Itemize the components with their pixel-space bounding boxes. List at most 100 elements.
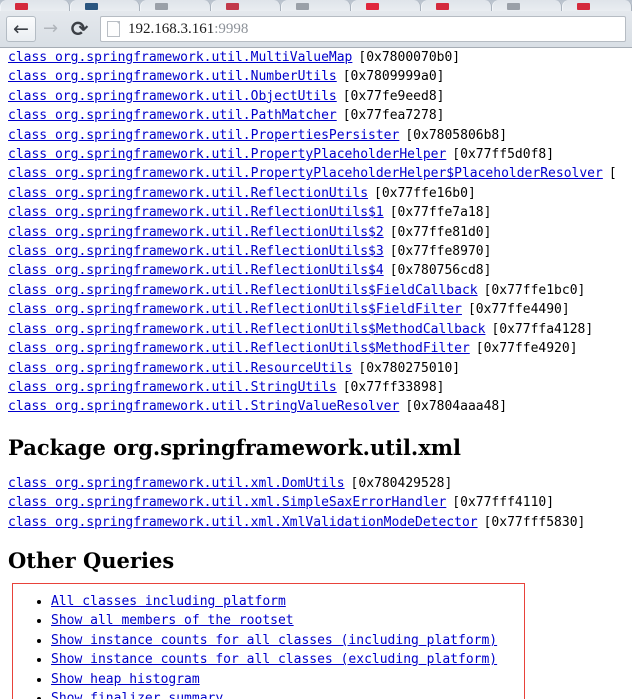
browser-tab-7[interactable] bbox=[492, 0, 562, 11]
tab-favicon-icon bbox=[507, 3, 520, 10]
class-address: [0x7809999a0] bbox=[337, 69, 445, 84]
class-address: [0x77ffe16b0] bbox=[368, 186, 476, 201]
util-class-link-15[interactable]: class org.springframework.util.Reflectio… bbox=[8, 341, 470, 356]
browser-tab-2[interactable] bbox=[140, 0, 210, 11]
class-address: [0x77ff5d0f8] bbox=[446, 147, 554, 162]
page-document-icon bbox=[107, 21, 120, 37]
tab-favicon-icon bbox=[436, 3, 449, 10]
back-arrow-icon: ← bbox=[13, 20, 29, 39]
class-entry: class org.springframework.util.PropertyP… bbox=[0, 145, 632, 164]
util-class-link-9[interactable]: class org.springframework.util.Reflectio… bbox=[8, 225, 384, 240]
util-class-link-18[interactable]: class org.springframework.util.StringVal… bbox=[8, 399, 399, 414]
util-class-link-14[interactable]: class org.springframework.util.Reflectio… bbox=[8, 322, 485, 337]
class-address: [0x780275010] bbox=[352, 361, 460, 376]
util-class-link-8[interactable]: class org.springframework.util.Reflectio… bbox=[8, 205, 384, 220]
xml-class-link-1[interactable]: class org.springframework.util.xml.Simpl… bbox=[8, 495, 446, 510]
util-class-link-3[interactable]: class org.springframework.util.PathMatch… bbox=[8, 108, 337, 123]
browser-tab-3[interactable] bbox=[211, 0, 281, 11]
query-list-item: Show finalizer summary bbox=[51, 689, 524, 699]
browser-tab-1[interactable] bbox=[70, 0, 140, 11]
query-link-4[interactable]: Show heap histogram bbox=[51, 672, 200, 687]
class-address: [0x780756cd8] bbox=[384, 263, 492, 278]
query-list-item: Show instance counts for all classes (in… bbox=[51, 631, 524, 650]
util-class-list: class org.springframework.util.MultiValu… bbox=[0, 48, 632, 417]
query-link-5[interactable]: Show finalizer summary bbox=[51, 691, 223, 699]
util-class-link-17[interactable]: class org.springframework.util.StringUti… bbox=[8, 380, 337, 395]
browser-tab-5[interactable] bbox=[351, 0, 421, 11]
class-entry: class org.springframework.util.xml.DomUt… bbox=[0, 474, 632, 493]
util-class-link-6[interactable]: class org.springframework.util.PropertyP… bbox=[8, 166, 603, 181]
class-address: [0x780429528] bbox=[345, 476, 453, 491]
class-address: [0x77ff33898] bbox=[337, 380, 445, 395]
tab-strip[interactable] bbox=[0, 0, 632, 11]
util-class-link-1[interactable]: class org.springframework.util.NumberUti… bbox=[8, 69, 337, 84]
util-class-link-12[interactable]: class org.springframework.util.Reflectio… bbox=[8, 283, 478, 298]
other-queries-heading: Other Queries bbox=[0, 548, 632, 573]
class-entry: class org.springframework.util.Reflectio… bbox=[0, 281, 632, 300]
xml-class-link-0[interactable]: class org.springframework.util.xml.DomUt… bbox=[8, 476, 345, 491]
class-entry: class org.springframework.util.StringVal… bbox=[0, 397, 632, 416]
class-address: [0x77ffe1bc0] bbox=[478, 283, 586, 298]
browser-chrome: ← → ⟳ 192.168.3.161:9998 bbox=[0, 0, 632, 48]
util-class-link-5[interactable]: class org.springframework.util.PropertyP… bbox=[8, 147, 446, 162]
class-entry: class org.springframework.util.xml.Simpl… bbox=[0, 493, 632, 512]
class-address: [0x77ffe8970] bbox=[384, 244, 492, 259]
address-bar[interactable]: 192.168.3.161:9998 bbox=[100, 16, 626, 42]
query-link-2[interactable]: Show instance counts for all classes (in… bbox=[51, 633, 497, 648]
browser-tab-4[interactable] bbox=[281, 0, 351, 11]
tab-favicon-icon bbox=[226, 3, 239, 10]
query-link-1[interactable]: Show all members of the rootset bbox=[51, 613, 294, 628]
forward-button[interactable]: → bbox=[36, 15, 65, 43]
query-list-item: Show instance counts for all classes (ex… bbox=[51, 650, 524, 669]
util-class-link-16[interactable]: class org.springframework.util.ResourceU… bbox=[8, 361, 352, 376]
other-queries-box: All classes including platform Show all m… bbox=[12, 583, 525, 699]
class-address: [0x77fe9eed8] bbox=[337, 89, 445, 104]
class-entry: class org.springframework.util.Reflectio… bbox=[0, 184, 632, 203]
util-class-link-10[interactable]: class org.springframework.util.Reflectio… bbox=[8, 244, 384, 259]
class-address: [0x77ffa4128] bbox=[485, 322, 593, 337]
class-entry: class org.springframework.util.Reflectio… bbox=[0, 300, 632, 319]
class-entry: class org.springframework.util.PropertyP… bbox=[0, 164, 632, 183]
reload-button[interactable]: ⟳ bbox=[65, 15, 94, 43]
class-address: [0x7800070b0] bbox=[352, 50, 460, 65]
page-content: class org.springframework.util.MultiValu… bbox=[0, 48, 632, 699]
util-class-link-2[interactable]: class org.springframework.util.ObjectUti… bbox=[8, 89, 337, 104]
tab-favicon-icon bbox=[15, 3, 28, 10]
other-queries-list: All classes including platform Show all m… bbox=[13, 592, 524, 699]
class-entry: class org.springframework.util.Propertie… bbox=[0, 126, 632, 145]
url-host: 192.168.3.161 bbox=[128, 21, 214, 37]
query-list-item: Show all members of the rootset bbox=[51, 611, 524, 630]
util-class-link-13[interactable]: class org.springframework.util.Reflectio… bbox=[8, 302, 462, 317]
class-entry: class org.springframework.util.Reflectio… bbox=[0, 339, 632, 358]
class-address: [0x77fff5830] bbox=[478, 515, 586, 530]
class-entry: class org.springframework.util.ResourceU… bbox=[0, 359, 632, 378]
package-heading-xml: Package org.springframework.util.xml bbox=[0, 417, 632, 474]
class-entry: class org.springframework.util.xml.XmlVa… bbox=[0, 513, 632, 532]
util-class-link-7[interactable]: class org.springframework.util.Reflectio… bbox=[8, 186, 368, 201]
util-class-link-11[interactable]: class org.springframework.util.Reflectio… bbox=[8, 263, 384, 278]
xml-class-link-2[interactable]: class org.springframework.util.xml.XmlVa… bbox=[8, 515, 478, 530]
util-class-link-4[interactable]: class org.springframework.util.Propertie… bbox=[8, 128, 399, 143]
browser-tab-0[interactable] bbox=[0, 0, 70, 11]
class-address: [ bbox=[603, 166, 617, 181]
browser-toolbar: ← → ⟳ 192.168.3.161:9998 bbox=[0, 11, 632, 48]
url-text: 192.168.3.161:9998 bbox=[128, 21, 248, 38]
browser-tab-8[interactable] bbox=[562, 0, 632, 11]
class-entry: class org.springframework.util.Reflectio… bbox=[0, 320, 632, 339]
class-address: [0x77ffe4490] bbox=[462, 302, 570, 317]
query-link-3[interactable]: Show instance counts for all classes (ex… bbox=[51, 652, 497, 667]
class-address: [0x77fff4110] bbox=[446, 495, 554, 510]
class-entry: class org.springframework.util.Reflectio… bbox=[0, 223, 632, 242]
browser-tab-6[interactable] bbox=[421, 0, 491, 11]
xml-class-list: class org.springframework.util.xml.DomUt… bbox=[0, 474, 632, 532]
query-link-0[interactable]: All classes including platform bbox=[51, 594, 286, 609]
class-entry: class org.springframework.util.MultiValu… bbox=[0, 48, 632, 67]
reload-icon: ⟳ bbox=[71, 19, 89, 40]
class-address: [0x77ffe4920] bbox=[470, 341, 578, 356]
tab-favicon-icon bbox=[296, 3, 309, 10]
back-button[interactable]: ← bbox=[6, 16, 36, 42]
tab-favicon-icon bbox=[577, 3, 590, 10]
class-address: [0x7804aaa48] bbox=[399, 399, 507, 414]
class-address: [0x7805806b8] bbox=[399, 128, 507, 143]
util-class-link-0[interactable]: class org.springframework.util.MultiValu… bbox=[8, 50, 352, 65]
